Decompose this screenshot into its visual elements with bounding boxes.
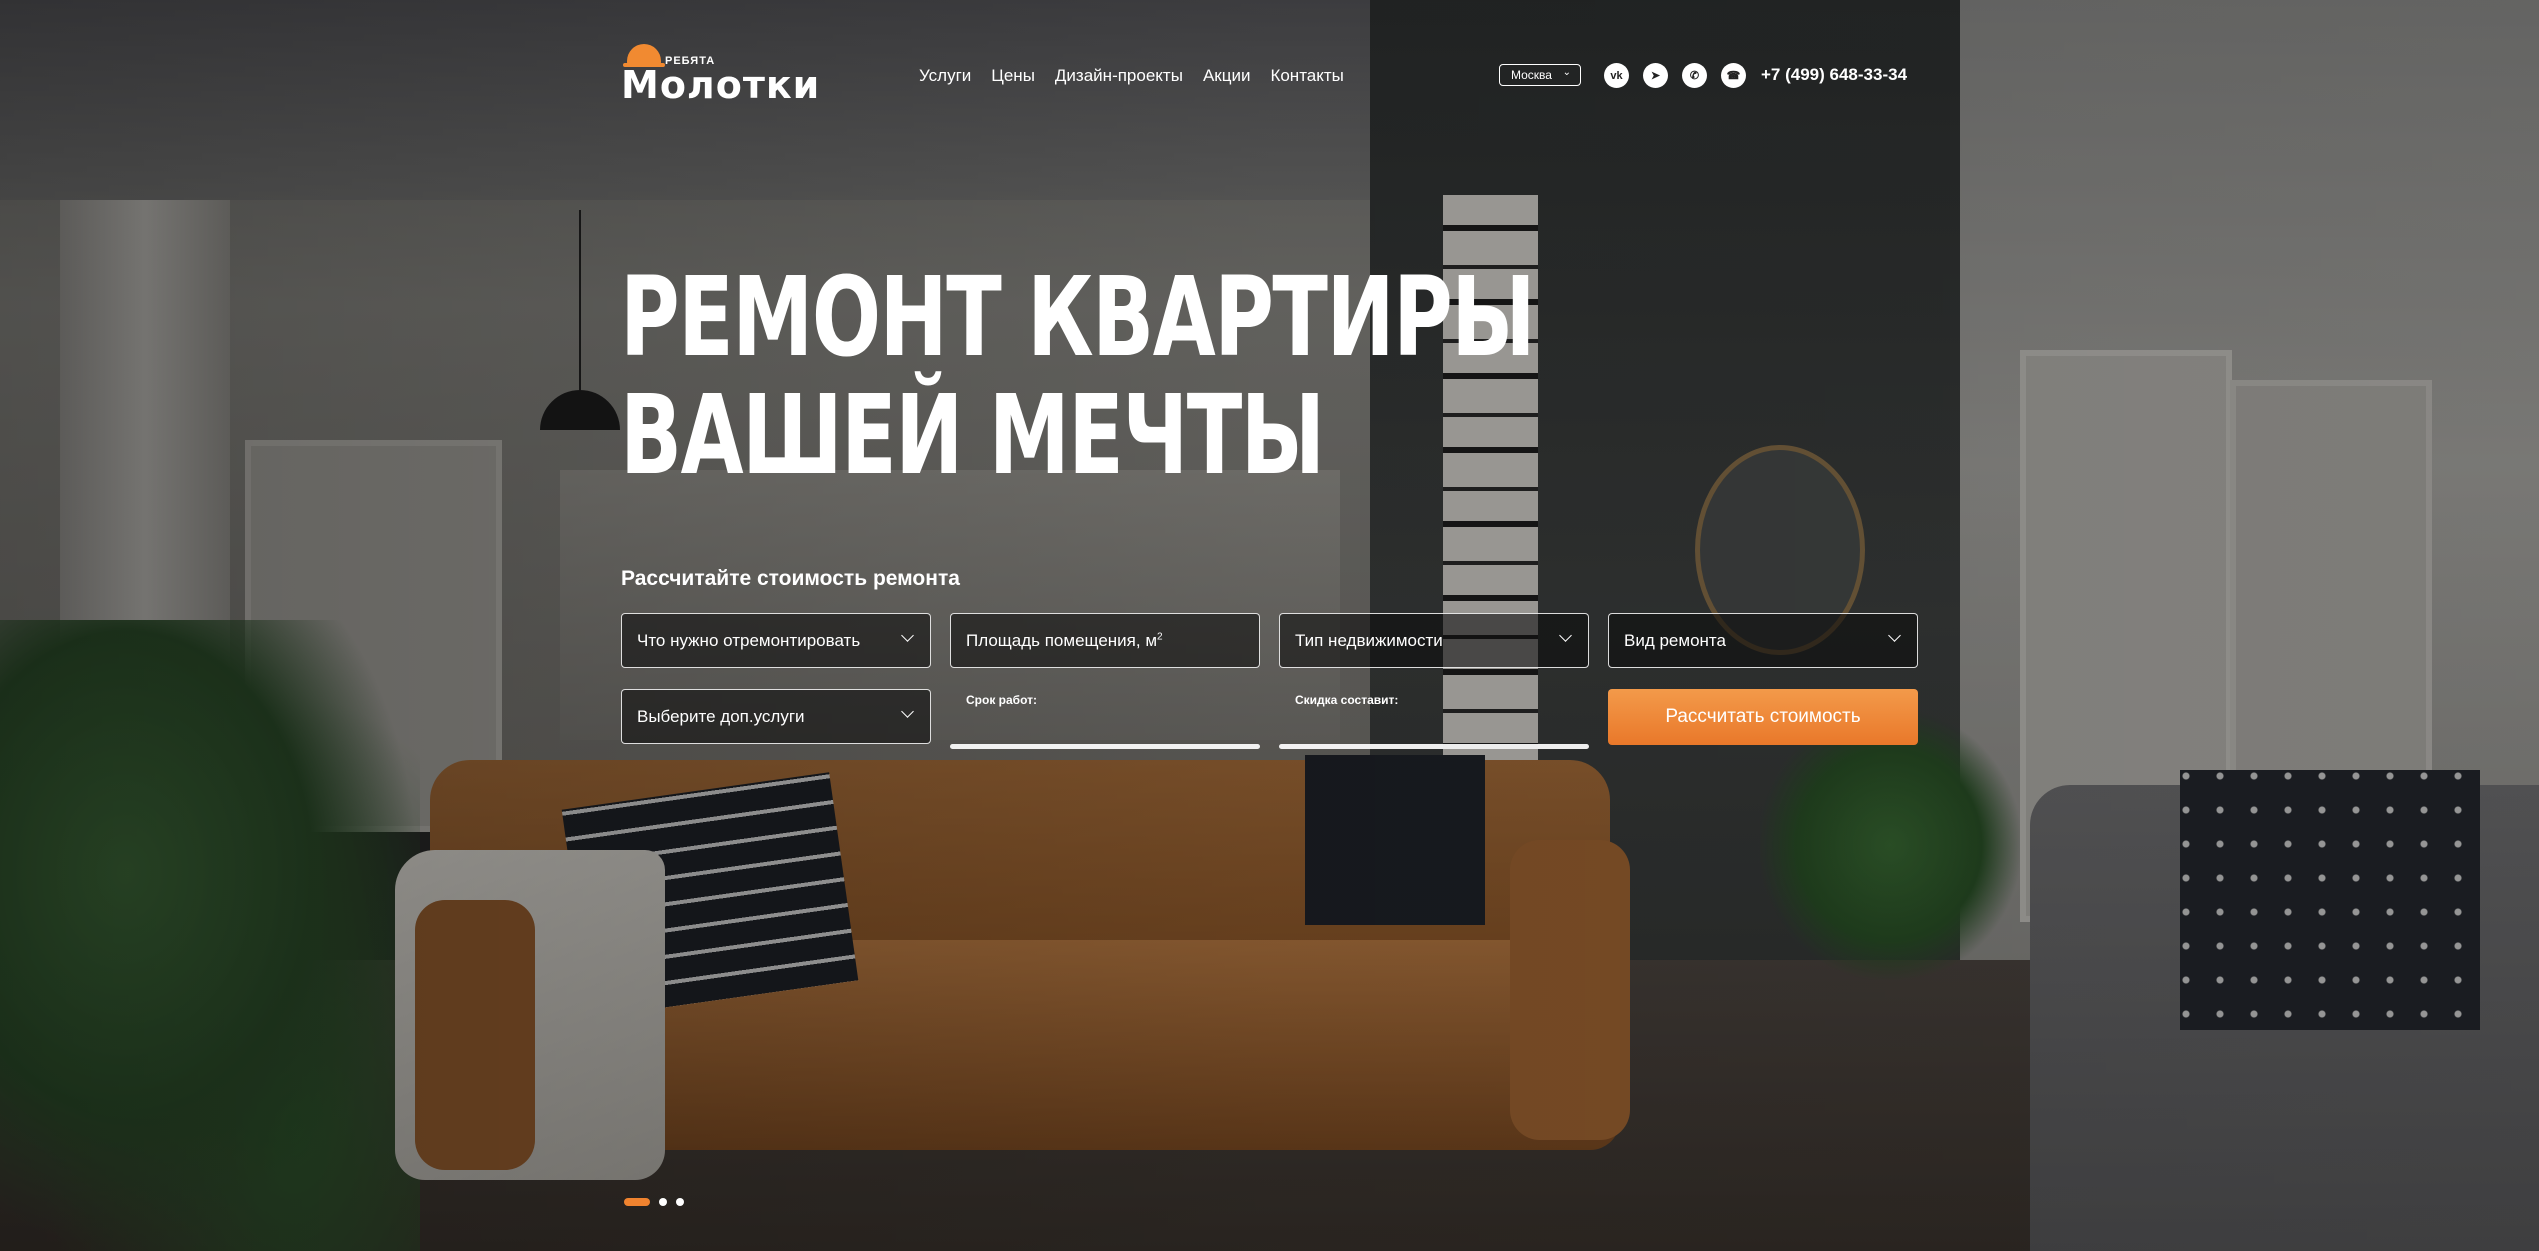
calculate-cost-button[interactable]: Рассчитать стоимость [1608,689,1918,745]
hero-title-line-2: вашей мечты [620,371,1325,499]
slide-dot-1[interactable] [624,1198,650,1206]
chevron-down-icon: ⌄ [1562,67,1571,78]
phone-icon[interactable]: ☎ [1721,63,1746,88]
main-nav: Услуги Цены Дизайн-проекты Акции Контакт… [919,66,1344,86]
repair-type-select[interactable]: Вид ремонта [1608,613,1918,668]
background-overlay [0,0,2539,1251]
site-header: РЕБЯТА Молотки Услуги Цены Дизайн-проект… [621,40,1918,112]
city-select-value: Москва [1511,68,1552,82]
chevron-down-icon [901,629,914,642]
calculator-title: Рассчитайте стоимость ремонта [621,567,960,590]
logo-name: Молотки [621,63,821,107]
phone-number[interactable]: +7 (499) 648-33-34 [1761,65,1907,85]
repair-type-label: Вид ремонта [1624,630,1726,650]
vk-icon[interactable]: vk [1604,63,1629,88]
slide-dot-3[interactable] [676,1198,684,1206]
nav-item-design-projects[interactable]: Дизайн-проекты [1055,66,1183,86]
telegram-icon[interactable]: ➤ [1643,63,1668,88]
term-slider: Срок работ: [950,693,1260,753]
extra-services-select[interactable]: Выберите доп.услуги [621,689,931,744]
nav-item-contacts[interactable]: Контакты [1270,66,1343,86]
hero-title-line-1: Ремонт квартиры [620,253,1536,381]
nav-item-prices[interactable]: Цены [991,66,1035,86]
nav-item-promotions[interactable]: Акции [1203,66,1251,86]
property-type-label: Тип недвижимости [1295,630,1443,650]
discount-slider-track[interactable] [1279,744,1589,749]
whatsapp-icon[interactable]: ✆ [1682,63,1707,88]
slider-pagination [624,1198,684,1206]
discount-slider: Скидка составит: [1279,693,1589,753]
discount-label: Скидка составит: [1295,693,1399,707]
social-links: vk ➤ ✆ ☎ [1604,63,1746,88]
area-label: Площадь помещения, м2 [966,630,1163,650]
term-slider-track[interactable] [950,744,1260,749]
logo[interactable]: РЕБЯТА Молотки [621,44,819,108]
hero-title: Ремонт квартиры вашей мечты [620,258,1536,494]
helmet-icon [623,44,665,67]
chevron-down-icon [1888,629,1901,642]
property-type-select[interactable]: Тип недвижимости [1279,613,1589,668]
chevron-down-icon [901,705,914,718]
term-label: Срок работ: [966,693,1037,707]
city-select[interactable]: Москва ⌄ [1499,64,1581,86]
what-to-repair-label: Что нужно отремонтировать [637,630,861,650]
what-to-repair-select[interactable]: Что нужно отремонтировать [621,613,931,668]
slide-dot-2[interactable] [659,1198,667,1206]
nav-item-services[interactable]: Услуги [919,66,971,86]
area-input[interactable]: Площадь помещения, м2 [950,613,1260,668]
extra-services-label: Выберите доп.услуги [637,706,805,726]
chevron-down-icon [1559,629,1572,642]
